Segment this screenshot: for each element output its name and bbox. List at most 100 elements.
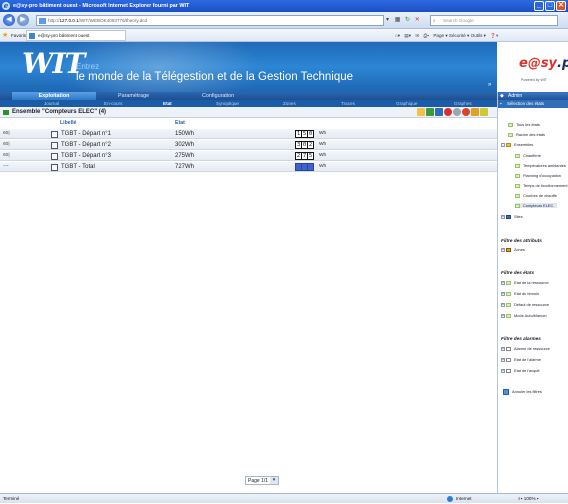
device-icon — [51, 152, 58, 160]
folder-icon[interactable] — [417, 108, 425, 116]
filter-alarm-state[interactable]: + Etat de l'alarme — [501, 357, 541, 362]
leaf-icon — [515, 193, 520, 198]
cancel-filters-button[interactable]: Annuler les filtres — [503, 389, 542, 395]
secondary-nav: Journal En-cours Etat Synoptique Zones T… — [0, 100, 497, 107]
blue-grid-icon[interactable] — [435, 108, 443, 116]
col-label-header[interactable]: Libellé — [60, 118, 76, 129]
row-label[interactable]: TGBT - Total — [61, 162, 95, 172]
subtab-traces[interactable]: Traces — [341, 100, 355, 107]
counter-display: 275 — [295, 152, 314, 160]
mail-icon[interactable]: ✉ — [415, 33, 419, 38]
selection-header[interactable]: ▪ Sélection des états — [498, 100, 568, 108]
browser-tab[interactable]: e@sy-pro bâtiment ouest — [26, 30, 126, 41]
tree-item-compteurs-elec[interactable]: Compteurs ELEC — [515, 203, 558, 208]
filter-resource-state[interactable]: + Etat de la ressource — [501, 280, 549, 285]
command-menus[interactable]: Page ▾ Sécurité ▾ Outils ▾ — [433, 33, 486, 38]
filter-resource-fault[interactable]: + Défaut de ressource — [501, 302, 549, 307]
table-row[interactable]: 60| TGBT - Départ n°2 302Wh 302 Wh — [0, 140, 497, 150]
table-row[interactable]: 60| TGBT - Départ n°3 275Wh 275 Wh — [0, 151, 497, 161]
table-row[interactable]: 60| TGBT - Départ n°1 150Wh 150 Wh — [0, 129, 497, 139]
window-title-bar: e e@sy-pro bâtiment ouest - Microsoft In… — [0, 0, 568, 12]
command-bar[interactable]: ⌂▾ ▤▾ ✉ ⎙▾ Page ▾ Sécurité ▾ Outils ▾ ❓▾ — [395, 29, 498, 42]
chevron-down-icon[interactable]: ▾ — [270, 477, 278, 484]
tab-exploitation[interactable]: Exploitation — [12, 92, 96, 100]
favorites-label[interactable]: Favoris — [11, 29, 26, 42]
expand-icon: + — [501, 280, 505, 285]
row-label[interactable]: TGBT - Départ n°1 — [61, 129, 111, 139]
primary-nav: Exploitation Paramétrage Configuration — [0, 92, 497, 100]
page-select[interactable]: Page 1/1 ▾ — [245, 476, 279, 485]
filter-auto-manual[interactable]: + Mode Auto/Manuel — [501, 313, 546, 318]
tree-item-sets[interactable]: - Ensembles — [501, 142, 533, 147]
minimize-button[interactable]: _ — [534, 1, 544, 11]
tree-item-courbes[interactable]: Courbes de chauffe — [515, 193, 557, 198]
tree-item-temperatures[interactable]: Températures ambiantes — [515, 163, 566, 168]
search-input[interactable]: ⌕ Search Google — [430, 15, 558, 26]
subtab-graphique[interactable]: Graphique — [396, 100, 417, 107]
row-label[interactable]: TGBT - Départ n°3 — [61, 151, 111, 161]
leaf-icon — [515, 203, 520, 208]
help-icon[interactable]: ❓▾ — [490, 33, 498, 38]
filter-zones[interactable]: + Zones — [501, 247, 525, 252]
tree-item-root-states[interactable]: Racine des états — [508, 132, 545, 137]
row-value: 150Wh — [175, 131, 195, 137]
folder-icon: ▪ — [500, 101, 502, 106]
home-icon[interactable]: ⌂▾ — [395, 33, 400, 38]
expand-icon: + — [501, 214, 505, 219]
print-icon[interactable]: ⎙▾ — [423, 33, 429, 38]
leaf-icon — [515, 153, 520, 158]
collapse-icon[interactable]: » — [488, 82, 491, 88]
filter-resource-alarm[interactable]: + Alarme de ressource — [501, 346, 550, 351]
green-grid-icon[interactable] — [426, 108, 434, 116]
status-text: Terminé — [3, 496, 20, 501]
device-icon — [51, 141, 58, 149]
dropdown-icon[interactable]: ▾ — [386, 17, 389, 23]
content-toolbar — [417, 108, 488, 117]
refresh-icon[interactable]: ↻ — [405, 17, 410, 23]
row-label[interactable]: TGBT - Départ n°2 — [61, 140, 111, 150]
tool-icon[interactable] — [480, 108, 488, 116]
tab-configuration[interactable]: Configuration — [202, 92, 234, 100]
tab-parametrage[interactable]: Paramétrage — [118, 92, 149, 100]
back-icon[interactable]: ◀ — [3, 14, 15, 26]
tree-item-all-states[interactable]: Tous les états — [508, 122, 540, 127]
arrow-icon[interactable] — [471, 108, 479, 116]
feeds-icon[interactable]: ▤▾ — [404, 33, 411, 38]
maximize-button[interactable]: □ — [545, 1, 555, 11]
folder-icon — [506, 142, 511, 147]
leaf-icon — [508, 122, 513, 127]
close-button[interactable]: ✕ — [556, 1, 566, 11]
table-row[interactable]: ~~ TGBT - Total 727Wh Wh — [0, 162, 497, 172]
set-title-bar: Ensemble "Compteurs ELEC" (4) — [0, 107, 497, 118]
clock-icon[interactable] — [453, 108, 461, 116]
stop-icon[interactable]: ✕ — [415, 17, 420, 23]
alarm-icon[interactable] — [444, 108, 452, 116]
subtab-zones[interactable]: Zones — [283, 100, 296, 107]
stop-sign-icon[interactable] — [462, 108, 470, 116]
tree-item-temps[interactable]: Temps de fonctionnement — [515, 183, 568, 188]
subtab-etat[interactable]: Etat — [163, 100, 172, 107]
filter-witness-state[interactable]: + Etat du témoin — [501, 291, 539, 296]
subtab-journal[interactable]: Journal — [44, 100, 59, 107]
favorites-star-icon[interactable]: ★ — [2, 29, 8, 42]
brand-panel: e@sy.pro Powered by WIT — [497, 42, 568, 92]
expand-icon: + — [501, 313, 505, 318]
row-unit: Wh — [319, 164, 327, 169]
compat-icon[interactable]: ▦ — [395, 17, 401, 23]
subtab-graphes[interactable]: Graphes — [454, 100, 472, 107]
url-input[interactable]: http://127.0.0.1/WIT/WEBOK4083776/theory… — [36, 15, 384, 26]
tree-item-chaufferie[interactable]: Chaufferie — [515, 153, 541, 158]
subtab-en-cours[interactable]: En-cours — [104, 100, 122, 107]
cancel-filter-icon — [503, 389, 509, 395]
row-id: 60| — [3, 131, 10, 136]
admin-header[interactable]: ◆ Admin — [498, 92, 568, 100]
page-icon — [39, 18, 46, 24]
tree-item-sites[interactable]: + Sites — [501, 214, 523, 219]
globe-icon — [447, 495, 453, 502]
tree-item-planning[interactable]: Planning d'occupation — [515, 173, 561, 178]
subtab-synoptique[interactable]: Synoptique — [216, 100, 239, 107]
forward-icon[interactable]: ▶ — [17, 14, 29, 26]
row-id: 60| — [3, 142, 10, 147]
filter-ack-state[interactable]: + Etat de l'acquit — [501, 368, 539, 373]
col-state-header[interactable]: Etat — [175, 118, 185, 129]
